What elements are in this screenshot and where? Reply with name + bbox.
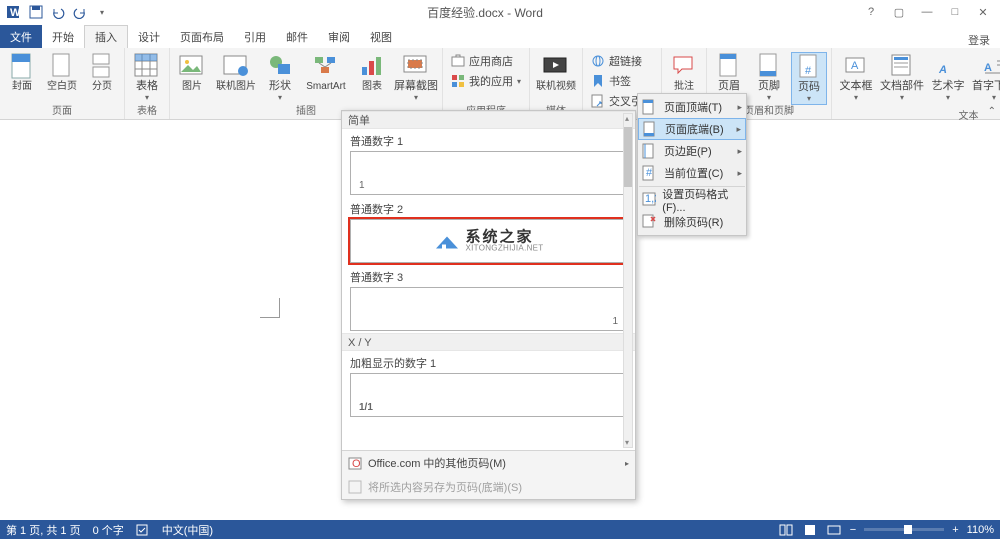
menu-item-margin[interactable]: 页边距(P)▸: [638, 140, 746, 162]
gallery-scrollbar[interactable]: ▴ ▾: [623, 113, 633, 448]
my-apps-button[interactable]: 我的应用 ▾: [447, 72, 525, 90]
maximize-icon[interactable]: □: [942, 2, 968, 22]
ribbon-tabs: 文件 开始 插入 设计 页面布局 引用 邮件 审阅 视图 登录: [0, 24, 1000, 48]
status-proofing-icon[interactable]: [136, 524, 150, 536]
shapes-button[interactable]: 形状▾: [262, 52, 298, 103]
ribbon-display-icon[interactable]: ▢: [886, 2, 912, 22]
zoom-slider[interactable]: [864, 528, 944, 531]
hyperlink-button[interactable]: 超链接: [587, 52, 657, 70]
status-words[interactable]: 0 个字: [93, 522, 124, 538]
footer-button[interactable]: 页脚▾: [751, 52, 787, 103]
svg-text:#: #: [646, 167, 653, 179]
smartart-button[interactable]: SmartArt: [302, 52, 350, 92]
textbox-button[interactable]: A文本框▾: [836, 52, 876, 103]
undo-icon[interactable]: [48, 2, 68, 22]
zoom-out-icon[interactable]: −: [850, 524, 856, 536]
chart-button[interactable]: 图表: [354, 52, 390, 92]
view-web-icon[interactable]: [826, 523, 842, 537]
svg-text:1,2: 1,2: [645, 193, 656, 205]
svg-text:W: W: [10, 7, 21, 19]
collapse-ribbon-icon[interactable]: ⌃: [988, 106, 996, 117]
group-text: A文本框▾ 文档部件▾ A艺术字▾ A首字下沉▾ 签名行 ▾ 日期和时间 对象 …: [832, 48, 1000, 119]
tab-references[interactable]: 引用: [234, 25, 276, 48]
group-apps: 应用商店 我的应用 ▾ 应用程序: [443, 48, 530, 119]
tab-insert[interactable]: 插入: [84, 25, 128, 48]
blank-page-button[interactable]: 空白页: [44, 52, 80, 92]
menu-item-top[interactable]: 页面顶端(T)▸: [638, 96, 746, 118]
status-bar: 第 1 页, 共 1 页 0 个字 中文(中国) − + 110%: [0, 520, 1000, 539]
page-number-gallery: 简单 普通数字 1 1 普通数字 2 系统之家XITONGZHIJIA.NET …: [341, 110, 636, 500]
view-print-icon[interactable]: [802, 523, 818, 537]
svg-text:A: A: [851, 60, 859, 72]
online-video-button[interactable]: 联机视频: [534, 52, 578, 92]
title-bar: W ▾ 百度经验.docx - Word ? ▢ — □ ✕: [0, 0, 1000, 24]
comment-button[interactable]: 批注: [666, 52, 702, 92]
page-corner: [260, 298, 280, 318]
page-number-menu: 页面顶端(T)▸ 页面底端(B)▸ 页边距(P)▸ #当前位置(C)▸ 1,2设…: [637, 93, 747, 236]
gallery-option-plain-1[interactable]: 普通数字 1 1: [342, 129, 635, 197]
status-page[interactable]: 第 1 页, 共 1 页: [6, 522, 81, 538]
group-pages: 封面 空白页 分页 页面: [0, 48, 125, 119]
wordart-button[interactable]: A艺术字▾: [928, 52, 968, 103]
help-icon[interactable]: ?: [858, 2, 884, 22]
window-controls: ? ▢ — □ ✕: [858, 2, 1000, 22]
tab-mailings[interactable]: 邮件: [276, 25, 318, 48]
table-button[interactable]: 表格▾: [129, 52, 165, 103]
zoom-level[interactable]: 110%: [967, 524, 994, 536]
gallery-save-selection: 将所选内容另存为页码(底端)(S): [342, 475, 635, 499]
online-picture-button[interactable]: 联机图片: [214, 52, 258, 92]
menu-item-format[interactable]: 1,2设置页码格式(F)...: [638, 189, 746, 211]
watermark: 系统之家XITONGZHIJIA.NET: [434, 230, 544, 253]
svg-text:A: A: [984, 62, 992, 74]
menu-item-remove[interactable]: 删除页码(R): [638, 211, 746, 233]
menu-item-current[interactable]: #当前位置(C)▸: [638, 162, 746, 184]
svg-text:O: O: [352, 458, 361, 470]
window-title: 百度经验.docx - Word: [112, 4, 858, 21]
word-app-icon[interactable]: W: [4, 2, 24, 22]
view-read-icon[interactable]: [778, 523, 794, 537]
tab-design[interactable]: 设计: [128, 25, 170, 48]
gallery-category-simple: 简单: [342, 111, 635, 129]
menu-item-bottom[interactable]: 页面底端(B)▸: [638, 118, 746, 140]
minimize-icon[interactable]: —: [914, 2, 940, 22]
tab-review[interactable]: 审阅: [318, 25, 360, 48]
tab-layout[interactable]: 页面布局: [170, 25, 234, 48]
cover-page-button[interactable]: 封面: [4, 52, 40, 92]
tab-home[interactable]: 开始: [42, 25, 84, 48]
page-break-button[interactable]: 分页: [84, 52, 120, 92]
picture-button[interactable]: 图片: [174, 52, 210, 92]
group-media: 联机视频 媒体: [530, 48, 583, 119]
redo-icon[interactable]: [70, 2, 90, 22]
group-tables: 表格▾ 表格: [125, 48, 170, 119]
gallery-option-plain-3[interactable]: 普通数字 3 1: [342, 265, 635, 333]
sign-in-link[interactable]: 登录: [968, 32, 1000, 48]
app-store-button[interactable]: 应用商店: [447, 52, 525, 70]
tab-file[interactable]: 文件: [0, 25, 42, 48]
dropcap-button[interactable]: A首字下沉▾: [972, 52, 1000, 103]
gallery-more-office[interactable]: OOffice.com 中的其他页码(M)▸: [342, 451, 635, 475]
svg-text:A: A: [938, 64, 947, 76]
gallery-category-xy: X / Y: [342, 333, 635, 351]
gallery-option-plain-2[interactable]: 普通数字 2 系统之家XITONGZHIJIA.NET: [342, 197, 635, 265]
qat-customize-icon[interactable]: ▾: [92, 2, 112, 22]
save-icon[interactable]: [26, 2, 46, 22]
quick-parts-button[interactable]: 文档部件▾: [880, 52, 924, 103]
quick-access-toolbar: W ▾: [0, 2, 112, 22]
group-illustrations: 图片 联机图片 形状▾ SmartArt 图表 屏幕截图▾ 插图: [170, 48, 443, 119]
bookmark-button[interactable]: 书签: [587, 72, 657, 90]
zoom-in-icon[interactable]: +: [952, 524, 958, 536]
svg-text:#: #: [805, 65, 812, 77]
status-language[interactable]: 中文(中国): [162, 522, 213, 538]
gallery-option-bold-1[interactable]: 加粗显示的数字 1 1/1: [342, 351, 635, 419]
tab-view[interactable]: 视图: [360, 25, 402, 48]
screenshot-button[interactable]: 屏幕截图▾: [394, 52, 438, 103]
page-number-button[interactable]: #页码▾: [791, 52, 827, 105]
close-icon[interactable]: ✕: [970, 2, 996, 22]
